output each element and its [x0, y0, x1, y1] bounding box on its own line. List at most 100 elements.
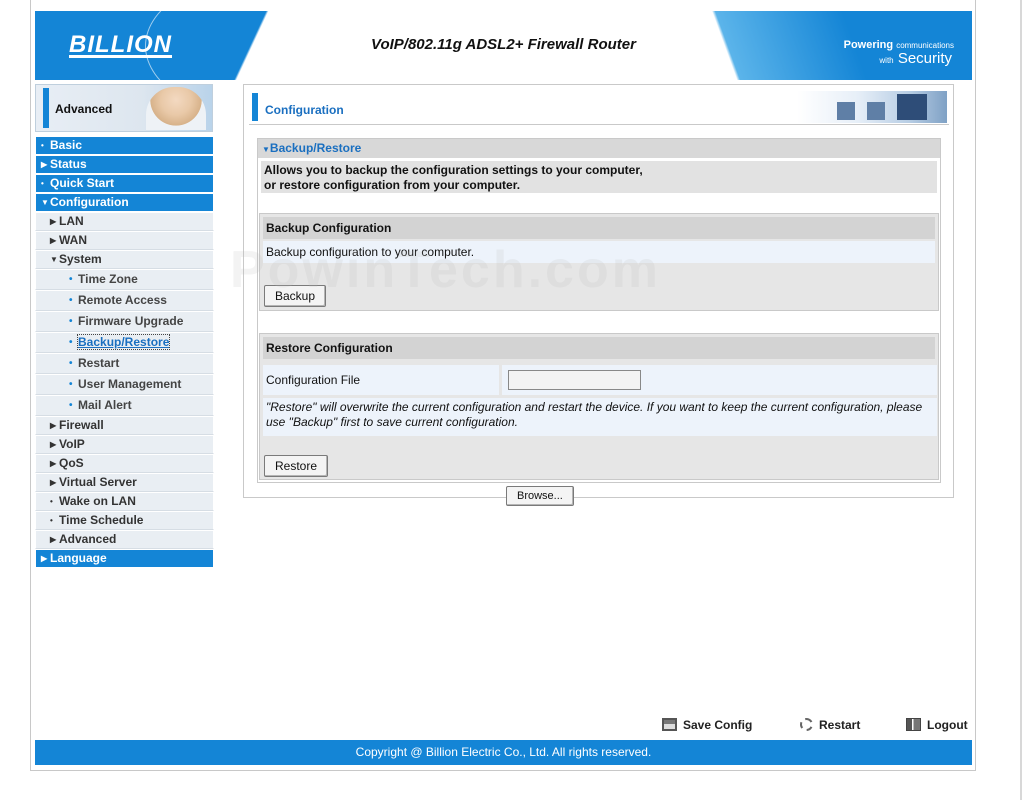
sidebar-item-label: Remote Access	[78, 293, 167, 307]
sidebar-item-basic[interactable]: • Basic	[35, 136, 214, 155]
sidebar-item-configuration[interactable]: ▼ Configuration	[35, 193, 214, 212]
restore-panel: Restore Configuration Configuration File…	[259, 333, 939, 506]
arrow-right-icon: ▶	[50, 478, 57, 487]
header-illustration	[797, 91, 947, 123]
arrow-right-icon: ▶	[50, 217, 57, 226]
sidebar-item-time-schedule[interactable]: • Time Schedule	[35, 511, 214, 530]
sidebar-item-label: Status	[50, 157, 87, 171]
bullet-icon: •	[69, 274, 73, 285]
backup-title: Backup Configuration	[263, 217, 935, 239]
sidebar-item-wake-on-lan[interactable]: • Wake on LAN	[35, 492, 214, 511]
sidebar-item-label: Basic	[50, 138, 83, 152]
sidebar-item-quick-start[interactable]: • Quick Start	[35, 174, 214, 193]
sidebar-nav: • Basic ▶ Status • Quick Start ▼ Configuration ▶…	[35, 136, 214, 568]
browse-button[interactable]: Browse...	[506, 486, 574, 506]
mode-label: Advanced	[55, 102, 113, 116]
bullet-icon: •	[50, 497, 53, 506]
restart-icon	[800, 718, 813, 731]
sidebar-item-system[interactable]: ▼ System	[35, 250, 214, 269]
sidebar-item-wan[interactable]: ▶ WAN	[35, 231, 214, 250]
bullet-icon: •	[69, 358, 73, 369]
bullet-icon: •	[69, 295, 73, 306]
bullet-icon: •	[69, 400, 73, 411]
section-title[interactable]: ▼Backup/Restore	[258, 139, 940, 158]
save-icon	[662, 718, 677, 731]
header-banner: BILLION VoIP/802.11g ADSL2+ Firewall Rou…	[35, 11, 972, 80]
sidebar-item-backup-restore[interactable]: • Backup/Restore	[35, 332, 214, 353]
sidebar-item-time-zone[interactable]: • Time Zone	[35, 269, 214, 290]
footer-bar: Copyright @ Billion Electric Co., Ltd. A…	[35, 740, 972, 765]
sidebar-item-firmware-upgrade[interactable]: • Firmware Upgrade	[35, 311, 214, 332]
logout-link[interactable]: Logout	[906, 718, 968, 732]
sidebar-item-label: User Management	[78, 377, 182, 391]
sidebar-item-label: Firewall	[59, 418, 104, 432]
bullet-icon: •	[41, 179, 44, 188]
config-file-input[interactable]	[508, 370, 641, 390]
bullet-icon: •	[69, 337, 73, 348]
restore-title: Restore Configuration	[263, 337, 935, 359]
arrow-down-icon: ▼	[50, 255, 58, 264]
sidebar-item-label: Backup/Restore	[76, 334, 171, 350]
sidebar-item-lan[interactable]: ▶ LAN	[35, 212, 214, 231]
copyright-text: Copyright @ Billion Electric Co., Ltd. A…	[355, 745, 652, 759]
restore-warning: "Restore" will overwrite the current con…	[263, 398, 937, 436]
arrow-right-icon: ▶	[41, 554, 48, 563]
sidebar-item-virtual-server[interactable]: ▶ Virtual Server	[35, 473, 214, 492]
sidebar-item-label: Language	[50, 551, 107, 565]
product-title: VoIP/802.11g ADSL2+ Firewall Router	[371, 36, 636, 53]
arrow-down-icon: ▼	[41, 198, 49, 207]
bullet-icon: •	[50, 516, 53, 525]
sidebar-item-label: Firmware Upgrade	[78, 314, 184, 328]
bullet-icon: •	[69, 379, 73, 390]
restart-link[interactable]: Restart	[800, 718, 860, 732]
sidebar-item-status[interactable]: ▶ Status	[35, 155, 214, 174]
backup-panel: Backup Configuration Backup configuratio…	[259, 213, 939, 311]
arrow-down-icon: ▼	[262, 145, 270, 154]
sidebar-item-label: VoIP	[59, 437, 85, 451]
banner-photo	[146, 87, 206, 130]
config-file-row: Configuration File Browse...	[263, 365, 937, 506]
billion-logo: BILLION	[69, 31, 172, 58]
sidebar-item-label: Time Zone	[78, 272, 138, 286]
backup-restore-section: ▼Backup/Restore Allows you to backup the…	[257, 138, 941, 506]
sidebar-item-user-management[interactable]: • User Management	[35, 374, 214, 395]
sidebar-item-label: QoS	[59, 456, 84, 470]
sidebar-item-label: Wake on LAN	[59, 494, 136, 508]
logout-icon	[906, 718, 921, 731]
page-header: Configuration	[249, 89, 949, 125]
config-file-label: Configuration File	[263, 365, 499, 395]
sidebar-item-label: WAN	[59, 233, 87, 247]
bullet-icon: •	[41, 141, 44, 150]
sidebar-item-label: Restart	[78, 356, 120, 370]
sidebar-item-mail-alert[interactable]: • Mail Alert	[35, 395, 214, 416]
bullet-icon: •	[69, 316, 73, 327]
backup-button[interactable]: Backup	[264, 285, 327, 307]
sidebar-item-label: LAN	[59, 214, 84, 228]
sidebar-item-label: System	[59, 252, 102, 266]
tagline-bottom: with Security	[879, 50, 952, 67]
restore-button[interactable]: Restore	[264, 455, 329, 477]
sidebar-item-restart[interactable]: • Restart	[35, 353, 214, 374]
sidebar-item-label: Configuration	[50, 195, 129, 209]
sidebar-item-label: Mail Alert	[78, 398, 132, 412]
sidebar-item-advanced[interactable]: ▶ Advanced	[35, 530, 214, 549]
mode-banner: Advanced	[35, 84, 213, 132]
page-title: Configuration	[265, 103, 344, 117]
sidebar-item-voip[interactable]: ▶ VoIP	[35, 435, 214, 454]
sidebar-item-firewall[interactable]: ▶ Firewall	[35, 416, 214, 435]
sidebar-item-language[interactable]: ▶ Language	[35, 549, 214, 568]
arrow-right-icon: ▶	[50, 459, 57, 468]
backup-text: Backup configuration to your computer.	[263, 241, 935, 263]
arrow-right-icon: ▶	[50, 440, 57, 449]
save-config-link[interactable]: Save Config	[662, 718, 752, 732]
section-description: Allows you to backup the configuration s…	[261, 161, 937, 193]
sidebar-item-label: Virtual Server	[59, 475, 137, 489]
arrow-right-icon: ▶	[41, 160, 48, 169]
arrow-right-icon: ▶	[50, 535, 57, 544]
arrow-right-icon: ▶	[50, 236, 57, 245]
sidebar-item-remote-access[interactable]: • Remote Access	[35, 290, 214, 311]
sidebar-item-label: Quick Start	[50, 176, 115, 190]
arrow-right-icon: ▶	[50, 421, 57, 430]
sidebar-item-qos[interactable]: ▶ QoS	[35, 454, 214, 473]
main-content: Configuration ▼Backup/Restore Allows you…	[243, 84, 954, 506]
